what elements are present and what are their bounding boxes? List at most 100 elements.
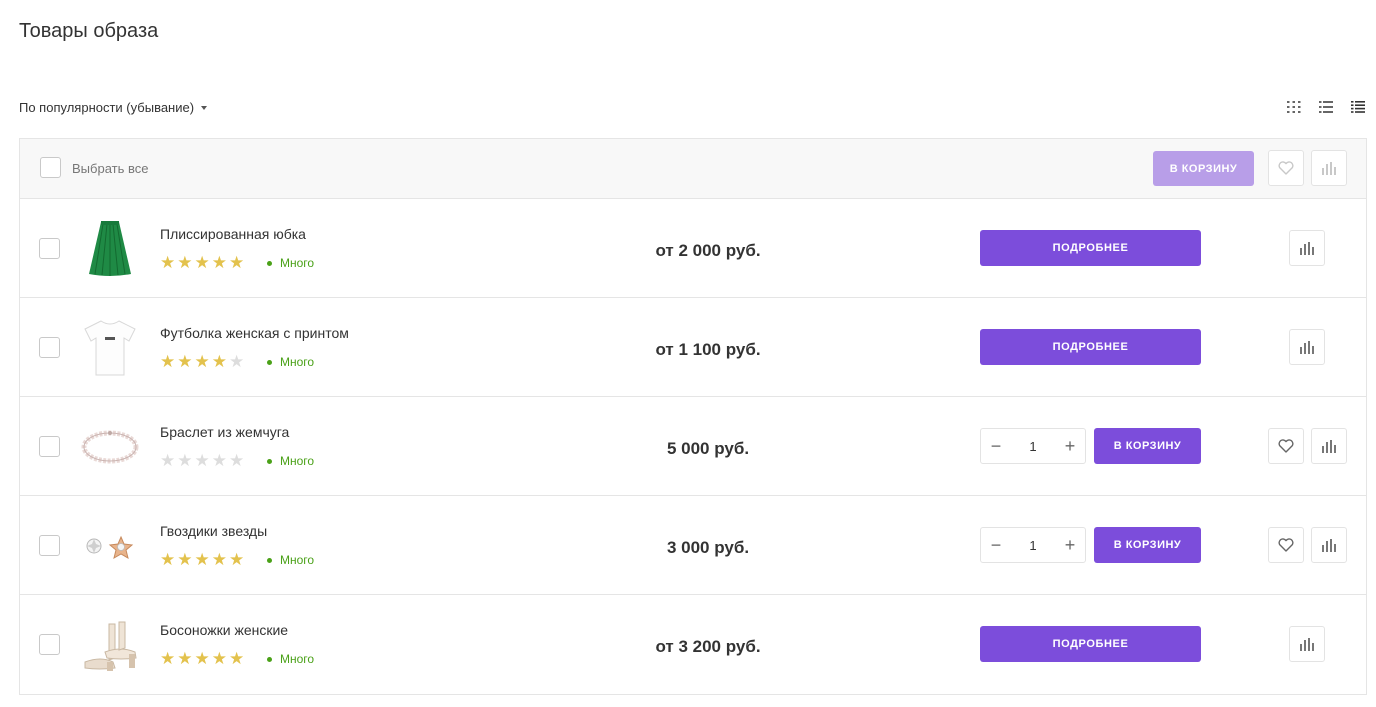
star-icon: ★ (211, 253, 227, 272)
star-icon: ★ (211, 550, 227, 569)
product-row: Босоножки женские ★ ★ ★ ★ ★ Много от 3 200 руб.… (20, 595, 1366, 694)
star-icon: ★ (229, 550, 245, 569)
compare-button[interactable] (1289, 329, 1325, 365)
star-icon: ★ (160, 451, 176, 470)
star-icon: ★ (177, 550, 193, 569)
stock-status: Много (267, 553, 314, 567)
product-name[interactable]: Футболка женская с принтом (160, 325, 349, 341)
star-icon: ★ (160, 550, 176, 569)
rating-stars: ★ ★ ★ ★ ★ (160, 650, 244, 667)
stock-label: Много (280, 652, 315, 666)
product-checkbox[interactable] (39, 337, 60, 358)
star-icon: ★ (194, 352, 210, 371)
star-icon: ★ (177, 649, 193, 668)
compare-icon (1322, 538, 1336, 552)
star-icon: ★ (211, 649, 227, 668)
product-row: Гвоздики звезды ★ ★ ★ ★ ★ Много 3 000 руб. −1 + В … (20, 496, 1366, 595)
star-icon: ★ (160, 352, 176, 371)
product-checkbox[interactable] (39, 436, 60, 457)
star-icon: ★ (211, 451, 227, 470)
product-row: Плиссированная юбка ★ ★ ★ ★ ★ Много от 2 000 ру… (20, 199, 1366, 298)
add-to-cart-button[interactable]: В КОРЗИНУ (1094, 428, 1201, 464)
product-name[interactable]: Плиссированная юбка (160, 226, 306, 242)
quantity-value[interactable]: 1 (1013, 439, 1053, 454)
product-price: от 2 000 руб. (655, 241, 761, 260)
stock-dot-icon (267, 656, 272, 662)
product-name[interactable]: Гвоздики звезды (160, 523, 267, 539)
heart-icon (1278, 538, 1294, 552)
stock-label: Много (280, 355, 315, 369)
compare-icon (1300, 340, 1314, 354)
product-image[interactable] (80, 417, 140, 477)
product-name[interactable]: Браслет из жемчуга (160, 424, 289, 440)
view-switcher (1286, 100, 1366, 114)
heart-icon (1278, 161, 1294, 175)
product-image[interactable] (80, 516, 140, 576)
select-all-checkbox[interactable] (40, 157, 61, 178)
product-checkbox[interactable] (39, 634, 60, 655)
star-icon: ★ (160, 253, 176, 272)
favorite-button[interactable] (1268, 527, 1304, 563)
compare-button[interactable] (1311, 428, 1347, 464)
product-price: от 1 100 руб. (655, 340, 761, 359)
product-image[interactable] (80, 219, 140, 279)
star-icon: ★ (229, 352, 245, 371)
compare-icon (1300, 637, 1314, 651)
heart-icon (1278, 439, 1294, 453)
product-rows: Плиссированная юбка ★ ★ ★ ★ ★ Много от 2 000 ру… (20, 199, 1366, 694)
select-all-label[interactable]: Выбрать все (72, 161, 148, 176)
product-price: от 3 200 руб. (655, 637, 761, 656)
favorite-selected-button[interactable] (1268, 150, 1304, 186)
star-icon: ★ (194, 649, 210, 668)
stock-dot-icon (267, 359, 272, 365)
compare-button[interactable] (1311, 527, 1347, 563)
stock-label: Много (280, 256, 315, 270)
details-button[interactable]: ПОДРОБНЕЕ (980, 626, 1201, 662)
plus-icon[interactable]: + (1055, 528, 1085, 562)
list-view-icon[interactable] (1318, 100, 1334, 114)
star-icon: ★ (177, 451, 193, 470)
stock-status: Много (267, 454, 314, 468)
star-icon: ★ (229, 451, 245, 470)
details-button[interactable]: ПОДРОБНЕЕ (980, 329, 1201, 365)
rating-stars: ★ ★ ★ ★ ★ (160, 452, 244, 469)
stock-label: Много (280, 553, 315, 567)
compare-button[interactable] (1289, 626, 1325, 662)
product-price: 5 000 руб. (666, 439, 750, 458)
sort-dropdown[interactable]: По популярности (убывание) (19, 100, 208, 115)
page-title: Товары образа (19, 20, 159, 42)
star-icon: ★ (160, 649, 176, 668)
product-checkbox[interactable] (39, 238, 60, 259)
minus-icon[interactable]: − (981, 429, 1011, 463)
sort-label: По популярности (убывание) (19, 100, 195, 115)
product-row: Футболка женская с принтом ★ ★ ★ ★ ★ Много от 1… (20, 298, 1366, 397)
chevron-down-icon (201, 106, 208, 110)
star-icon: ★ (194, 451, 210, 470)
details-button[interactable]: ПОДРОБНЕЕ (980, 230, 1201, 266)
compare-icon (1300, 241, 1314, 255)
favorite-button[interactable] (1268, 428, 1304, 464)
product-checkbox[interactable] (39, 535, 60, 556)
minus-icon[interactable]: − (981, 528, 1011, 562)
grid-view-icon[interactable] (1286, 100, 1302, 114)
quantity-value[interactable]: 1 (1013, 538, 1053, 553)
product-name[interactable]: Босоножки женские (160, 622, 288, 638)
star-icon: ★ (177, 352, 193, 371)
add-to-cart-button[interactable]: В КОРЗИНУ (1094, 527, 1201, 563)
table-view-icon[interactable] (1350, 100, 1366, 114)
rating-stars: ★ ★ ★ ★ ★ (160, 551, 244, 568)
plus-icon[interactable]: + (1055, 429, 1085, 463)
compare-icon (1322, 161, 1336, 175)
stock-status: Много (267, 355, 314, 369)
star-icon: ★ (229, 649, 245, 668)
compare-selected-button[interactable] (1311, 150, 1347, 186)
product-image[interactable] (80, 615, 140, 675)
list-header: Выбрать все В КОРЗИНУ (20, 139, 1366, 199)
product-image[interactable] (80, 318, 140, 378)
stock-label: Много (280, 454, 315, 468)
stock-dot-icon (267, 260, 272, 266)
compare-button[interactable] (1289, 230, 1325, 266)
product-row: Браслет из жемчуга ★ ★ ★ ★ ★ Много 5 000 руб. −1… (20, 397, 1366, 496)
stock-dot-icon (267, 458, 272, 464)
add-selected-to-cart-button[interactable]: В КОРЗИНУ (1153, 151, 1254, 186)
